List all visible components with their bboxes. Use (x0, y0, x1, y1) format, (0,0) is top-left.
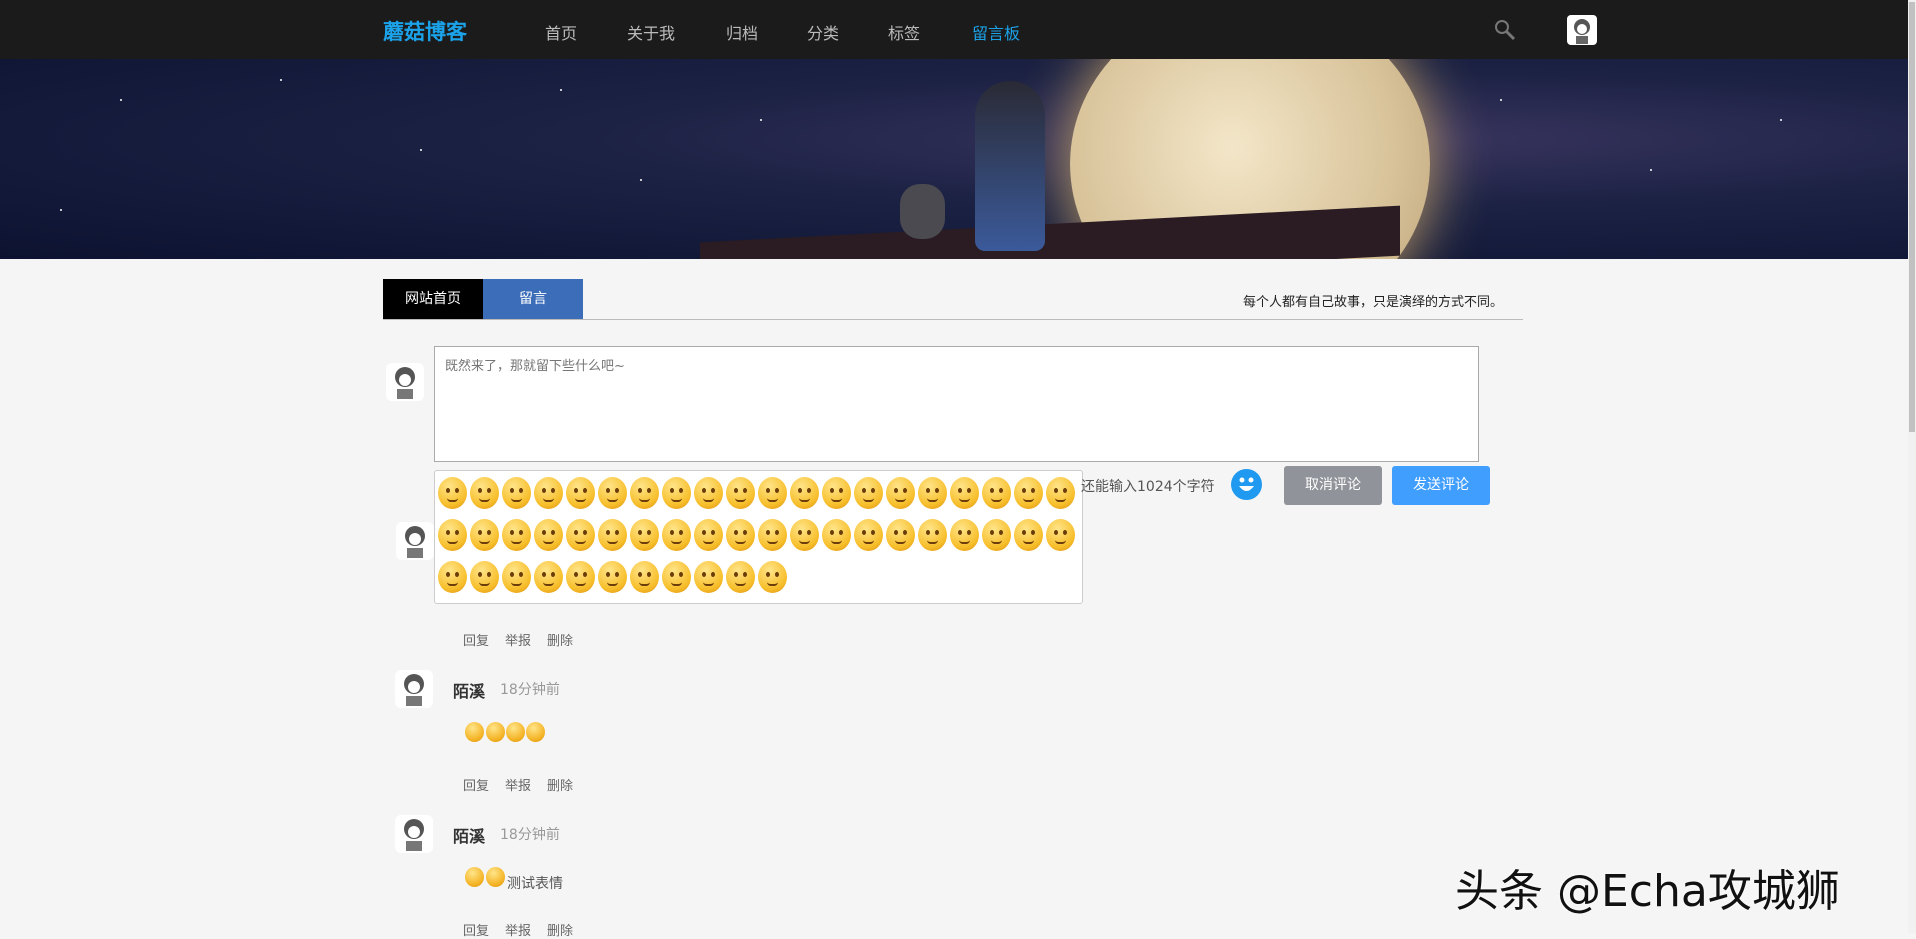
emoji-icon[interactable] (854, 477, 883, 509)
search-icon[interactable] (1493, 18, 1517, 42)
emoji-icon[interactable] (726, 561, 755, 593)
banner-image (0, 59, 1908, 259)
emoji-icon[interactable] (918, 519, 947, 551)
nav-message-board[interactable]: 留言板 (972, 20, 1020, 44)
report-link[interactable]: 举报 (505, 920, 531, 939)
comment-input[interactable] (434, 346, 1479, 462)
emoji-icon[interactable] (598, 561, 627, 593)
emoji-icon[interactable] (758, 561, 787, 593)
top-nav: 蘑菇博客 首页 关于我 归档 分类 标签 留言板 (0, 0, 1908, 59)
send-comment-button[interactable]: 发送评论 (1392, 466, 1490, 505)
delete-link[interactable]: 删除 (547, 775, 573, 794)
cancel-comment-button[interactable]: 取消评论 (1284, 466, 1382, 505)
user-avatar[interactable] (1567, 15, 1597, 45)
divider (383, 319, 1523, 320)
emoji-icon[interactable] (886, 477, 915, 509)
nav-category[interactable]: 分类 (807, 20, 839, 44)
char-counter: 还能输入1024个字符 (1081, 476, 1215, 496)
reply-link[interactable]: 回复 (463, 920, 489, 939)
emoji-icon (486, 722, 505, 742)
avatar (395, 815, 433, 853)
reply-link[interactable]: 回复 (463, 630, 489, 649)
avatar (395, 670, 433, 708)
page-scrollbar[interactable] (1908, 0, 1916, 933)
emoji-icon (465, 722, 484, 742)
emoji-icon[interactable] (854, 519, 883, 551)
emoji-icon[interactable] (726, 519, 755, 551)
report-link[interactable]: 举报 (505, 775, 531, 794)
emoji-icon[interactable] (918, 477, 947, 509)
emoji-icon[interactable] (822, 477, 851, 509)
emoji-icon (486, 867, 505, 887)
emoji-icon[interactable] (502, 519, 531, 551)
site-logo[interactable]: 蘑菇博客 (383, 16, 467, 46)
emoji-icon[interactable] (598, 519, 627, 551)
emoji-icon[interactable] (822, 519, 851, 551)
emoji-icon[interactable] (534, 561, 563, 593)
emoji-icon[interactable] (790, 477, 819, 509)
emoji-icon[interactable] (534, 519, 563, 551)
emoji-icon[interactable] (790, 519, 819, 551)
emoji-icon[interactable] (1014, 477, 1043, 509)
emoji-icon[interactable] (982, 477, 1011, 509)
emoji-icon[interactable] (630, 561, 659, 593)
emoji-icon[interactable] (630, 477, 659, 509)
nav-archive[interactable]: 归档 (726, 20, 758, 44)
nav-about[interactable]: 关于我 (627, 20, 675, 44)
emoji-icon[interactable] (438, 561, 467, 593)
nav-tags[interactable]: 标签 (888, 20, 920, 44)
emoji-icon (465, 867, 484, 887)
emoji-icon[interactable] (438, 477, 467, 509)
emoji-icon[interactable] (566, 519, 595, 551)
emoji-icon[interactable] (470, 519, 499, 551)
emoji-icon[interactable] (1046, 477, 1075, 509)
emoji-icon[interactable] (758, 477, 787, 509)
emoji-icon[interactable] (694, 561, 723, 593)
emoji-icon[interactable] (566, 561, 595, 593)
avatar (386, 363, 424, 401)
emoji-picker (434, 470, 1083, 604)
emoji-icon[interactable] (566, 477, 595, 509)
emoji-icon[interactable] (950, 519, 979, 551)
emoji-icon[interactable] (630, 519, 659, 551)
emoji-toggle-icon[interactable] (1231, 469, 1262, 500)
comment-author[interactable]: 陌溪 (453, 823, 485, 847)
emoji-icon (506, 722, 525, 742)
emoji-icon[interactable] (438, 519, 467, 551)
nav-home[interactable]: 首页 (545, 20, 577, 44)
comment-time: 18分钟前 (500, 679, 560, 699)
emoji-icon[interactable] (694, 519, 723, 551)
comment-text: 测试表情 (507, 873, 563, 893)
report-link[interactable]: 举报 (505, 630, 531, 649)
emoji-icon[interactable] (598, 477, 627, 509)
emoji-icon[interactable] (1014, 519, 1043, 551)
emoji-icon[interactable] (662, 561, 691, 593)
delete-link[interactable]: 删除 (547, 920, 573, 939)
emoji-icon[interactable] (758, 519, 787, 551)
emoji-icon (526, 722, 545, 742)
watermark: 头条 @Echa攻城狮 (1455, 855, 1840, 919)
emoji-icon[interactable] (694, 477, 723, 509)
comment-time: 18分钟前 (500, 824, 560, 844)
delete-link[interactable]: 删除 (547, 630, 573, 649)
tab-message[interactable]: 留言 (483, 279, 583, 319)
emoji-icon[interactable] (662, 519, 691, 551)
emoji-icon[interactable] (950, 477, 979, 509)
emoji-icon[interactable] (726, 477, 755, 509)
emoji-icon[interactable] (886, 519, 915, 551)
tab-site-home[interactable]: 网站首页 (383, 279, 483, 319)
comment-author[interactable]: 陌溪 (453, 678, 485, 702)
emoji-icon[interactable] (502, 561, 531, 593)
avatar (396, 522, 434, 560)
emoji-icon[interactable] (470, 561, 499, 593)
reply-link[interactable]: 回复 (463, 775, 489, 794)
emoji-icon[interactable] (502, 477, 531, 509)
motto-text: 每个人都有自己故事，只是演绎的方式不同。 (1243, 291, 1503, 310)
emoji-icon[interactable] (982, 519, 1011, 551)
emoji-icon[interactable] (534, 477, 563, 509)
emoji-icon[interactable] (1046, 519, 1075, 551)
emoji-icon[interactable] (662, 477, 691, 509)
emoji-icon[interactable] (470, 477, 499, 509)
